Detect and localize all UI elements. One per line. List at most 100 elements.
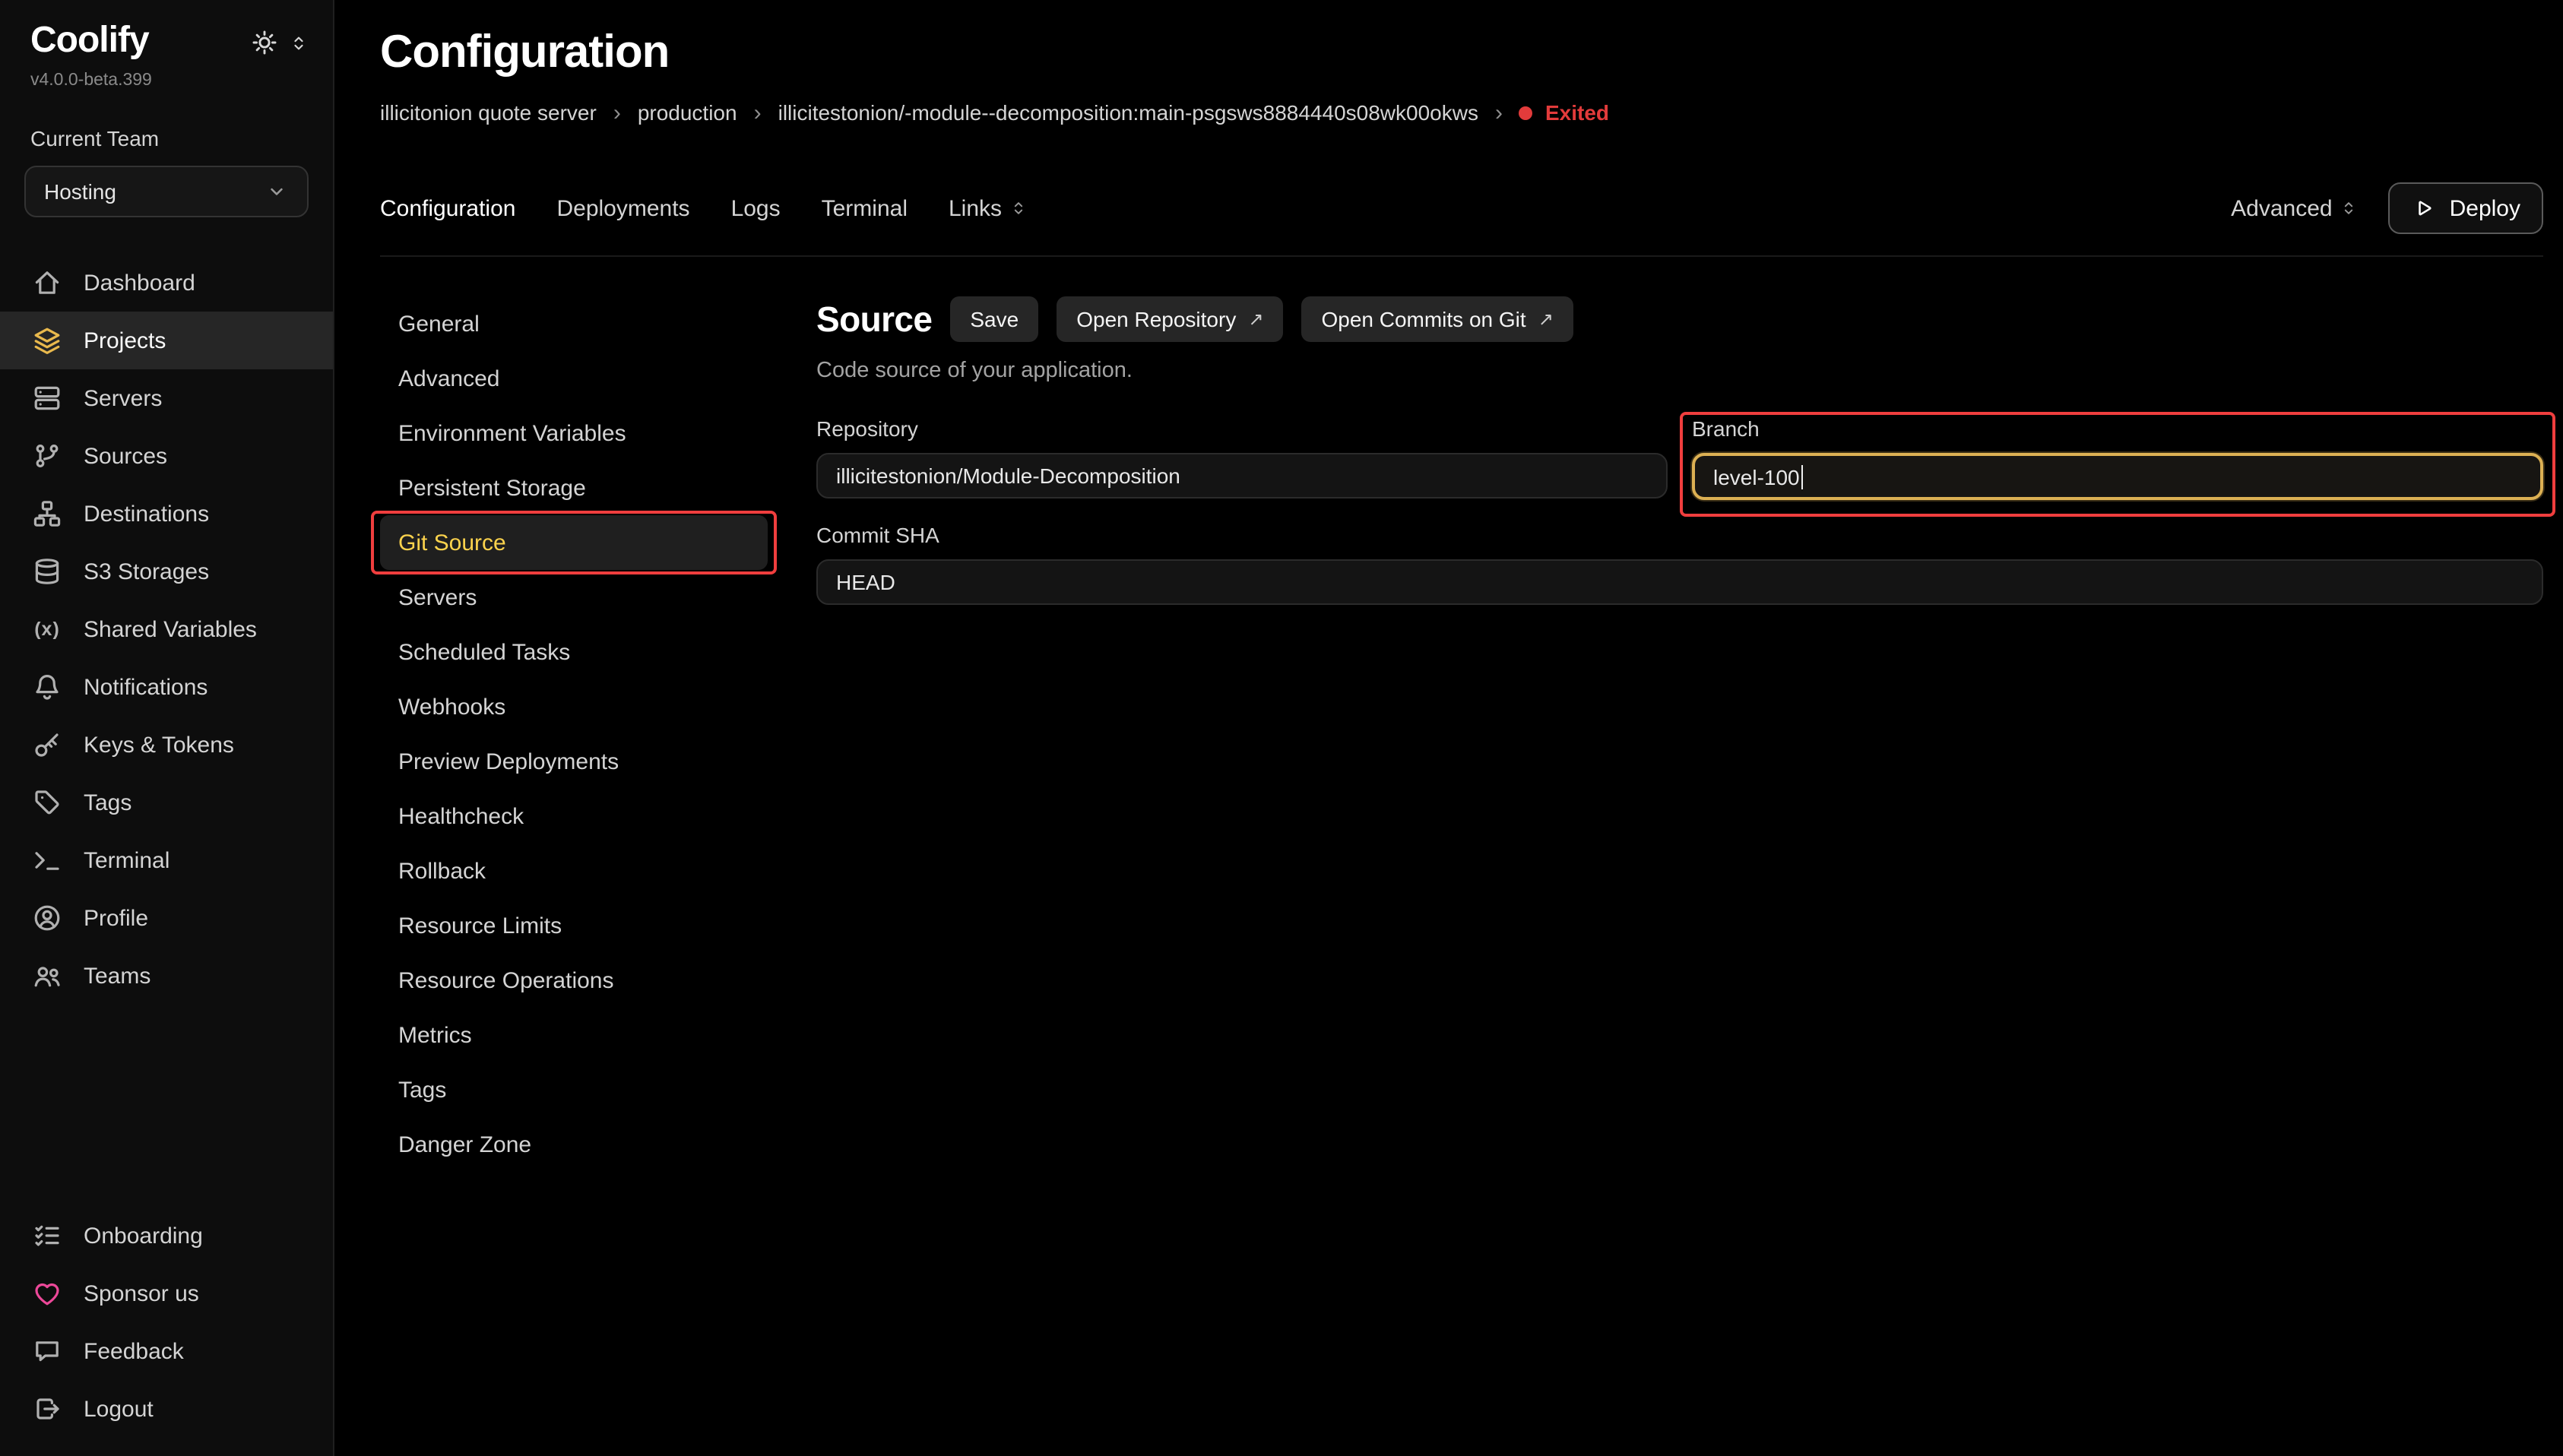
breadcrumb-separator-icon: › (1495, 101, 1503, 124)
sidebar-item-keys-tokens[interactable]: Keys & Tokens (0, 717, 333, 774)
deploy-button-label: Deploy (2450, 195, 2520, 221)
subnav-item-healthcheck[interactable]: Healthcheck (380, 789, 768, 844)
sidebar-item-logout[interactable]: Logout (0, 1380, 333, 1438)
source-form: Repository Branch level-100 Commit SHA (816, 416, 2543, 605)
sidebar-item-label: Dashboard (84, 271, 195, 296)
sidebar-item-servers[interactable]: Servers (0, 370, 333, 428)
commit-sha-label: Commit SHA (816, 523, 2543, 547)
breadcrumb-project[interactable]: illicitonion quote server (380, 100, 597, 125)
subnav-item-tags[interactable]: Tags (380, 1062, 768, 1117)
breadcrumb-application[interactable]: illicitestonion/-module--decomposition:m… (778, 100, 1478, 125)
breadcrumb-environment[interactable]: production (638, 100, 737, 125)
theme-toggle-sun-icon[interactable] (251, 29, 278, 56)
sidebar-item-tags[interactable]: Tags (0, 774, 333, 832)
sidebar-item-label: Destinations (84, 502, 209, 527)
sidebar-item-label: Terminal (84, 848, 169, 874)
app-window: Coolify v4.0.0-beta.399 Current Team Hos… (0, 0, 2563, 1456)
chevron-updown-icon (2340, 199, 2359, 217)
subnav-item-resource-limits[interactable]: Resource Limits (380, 898, 768, 953)
home-icon (30, 267, 64, 300)
tab-deployments[interactable]: Deployments (556, 195, 689, 221)
tab-configuration[interactable]: Configuration (380, 195, 515, 221)
sidebar-item-shared-variables[interactable]: (x) Shared Variables (0, 601, 333, 659)
open-repository-button[interactable]: Open Repository ↗ (1057, 296, 1283, 342)
tabs: Configuration Deployments Logs Terminal … (380, 195, 1028, 221)
sidebar-item-s3-storages[interactable]: S3 Storages (0, 543, 333, 601)
database-icon (30, 555, 64, 589)
play-icon (2412, 196, 2436, 220)
subnav-item-preview-deployments[interactable]: Preview Deployments (380, 734, 768, 789)
tab-links-label: Links (949, 195, 1002, 221)
git-branch-icon (30, 440, 64, 473)
subnav-item-scheduled-tasks[interactable]: Scheduled Tasks (380, 625, 768, 679)
save-button[interactable]: Save (950, 296, 1038, 342)
subnav-item-advanced[interactable]: Advanced (380, 351, 768, 406)
sidebar-item-label: Sponsor us (84, 1280, 199, 1306)
variables-icon: (x) (30, 613, 64, 647)
sidebar-item-sponsor-us[interactable]: Sponsor us (0, 1265, 333, 1322)
sidebar-item-sources[interactable]: Sources (0, 428, 333, 486)
git-source-panel: Source Save Open Repository ↗ Open Commi… (816, 296, 2543, 1456)
sidebar-item-label: Keys & Tokens (84, 733, 234, 758)
subnav-item-servers[interactable]: Servers (380, 570, 768, 625)
sidebar-item-label: Feedback (84, 1338, 184, 1364)
subnav-item-general[interactable]: General (380, 296, 768, 351)
open-commits-button[interactable]: Open Commits on Git ↗ (1301, 296, 1573, 342)
tab-bar: Configuration Deployments Logs Terminal … (380, 182, 2543, 257)
sidebar-item-projects[interactable]: Projects (0, 312, 333, 370)
subnav-item-danger-zone[interactable]: Danger Zone (380, 1117, 768, 1172)
sidebar-item-label: Notifications (84, 675, 208, 701)
sidebar-item-label: Teams (84, 964, 150, 989)
chevron-updown-icon[interactable] (289, 33, 309, 52)
repository-label: Repository (816, 416, 1668, 441)
sidebar-item-label: Logout (84, 1396, 154, 1422)
sidebar-item-terminal[interactable]: Terminal (0, 832, 333, 890)
brand-block: Coolify v4.0.0-beta.399 (30, 21, 152, 90)
status-dot-icon (1519, 106, 1533, 119)
sidebar-item-label: Sources (84, 444, 167, 470)
subnav-item-rollback[interactable]: Rollback (380, 844, 768, 898)
repository-field: Repository (816, 416, 1668, 500)
subnav-item-webhooks[interactable]: Webhooks (380, 679, 768, 734)
tab-logs[interactable]: Logs (731, 195, 781, 221)
commit-sha-input[interactable] (816, 559, 2543, 605)
sidebar-footer-nav: Onboarding Sponsor us Feedback Logout (0, 1207, 333, 1438)
subnav-item-environment-variables[interactable]: Environment Variables (380, 406, 768, 461)
subnav-item-persistent-storage[interactable]: Persistent Storage (380, 461, 768, 515)
branch-input[interactable]: level-100 (1692, 453, 2543, 500)
subnav-item-resource-operations[interactable]: Resource Operations (380, 953, 768, 1008)
sidebar-item-label: Tags (84, 790, 131, 816)
sidebar-item-onboarding[interactable]: Onboarding (0, 1207, 333, 1265)
repository-input[interactable] (816, 453, 1668, 499)
chevron-updown-icon (1009, 199, 1028, 217)
bell-icon (30, 671, 64, 704)
open-commits-label: Open Commits on Git (1321, 307, 1525, 331)
branch-field: Branch level-100 (1692, 416, 2543, 500)
text-caret (1801, 464, 1804, 489)
sidebar-item-profile[interactable]: Profile (0, 890, 333, 948)
sidebar-item-feedback[interactable]: Feedback (0, 1322, 333, 1380)
page-title: Configuration (380, 27, 2543, 79)
sidebar-item-notifications[interactable]: Notifications (0, 659, 333, 717)
advanced-dropdown[interactable]: Advanced (2231, 195, 2358, 221)
sidebar-item-teams[interactable]: Teams (0, 948, 333, 1005)
configuration-content: General Advanced Environment Variables P… (380, 296, 2543, 1456)
app-version: v4.0.0-beta.399 (30, 72, 152, 90)
server-icon (30, 382, 64, 416)
team-select[interactable]: Hosting (24, 166, 309, 218)
subnav-item-metrics[interactable]: Metrics (380, 1008, 768, 1062)
sidebar-item-destinations[interactable]: Destinations (0, 486, 333, 543)
tab-terminal[interactable]: Terminal (822, 195, 908, 221)
subnav-item-git-source[interactable]: Git Source (380, 515, 768, 570)
chat-bubble-icon (30, 1334, 64, 1368)
tab-links[interactable]: Links (949, 195, 1028, 221)
status-badge: Exited (1519, 100, 1609, 125)
deploy-button[interactable]: Deploy (2389, 182, 2543, 234)
team-select-value: Hosting (44, 180, 116, 204)
tag-icon (30, 787, 64, 820)
sidebar-item-dashboard[interactable]: Dashboard (0, 255, 333, 312)
open-repository-label: Open Repository (1076, 307, 1236, 331)
external-link-icon: ↗ (1538, 309, 1554, 330)
status-text: Exited (1545, 100, 1609, 125)
app-logo: Coolify (30, 21, 152, 62)
